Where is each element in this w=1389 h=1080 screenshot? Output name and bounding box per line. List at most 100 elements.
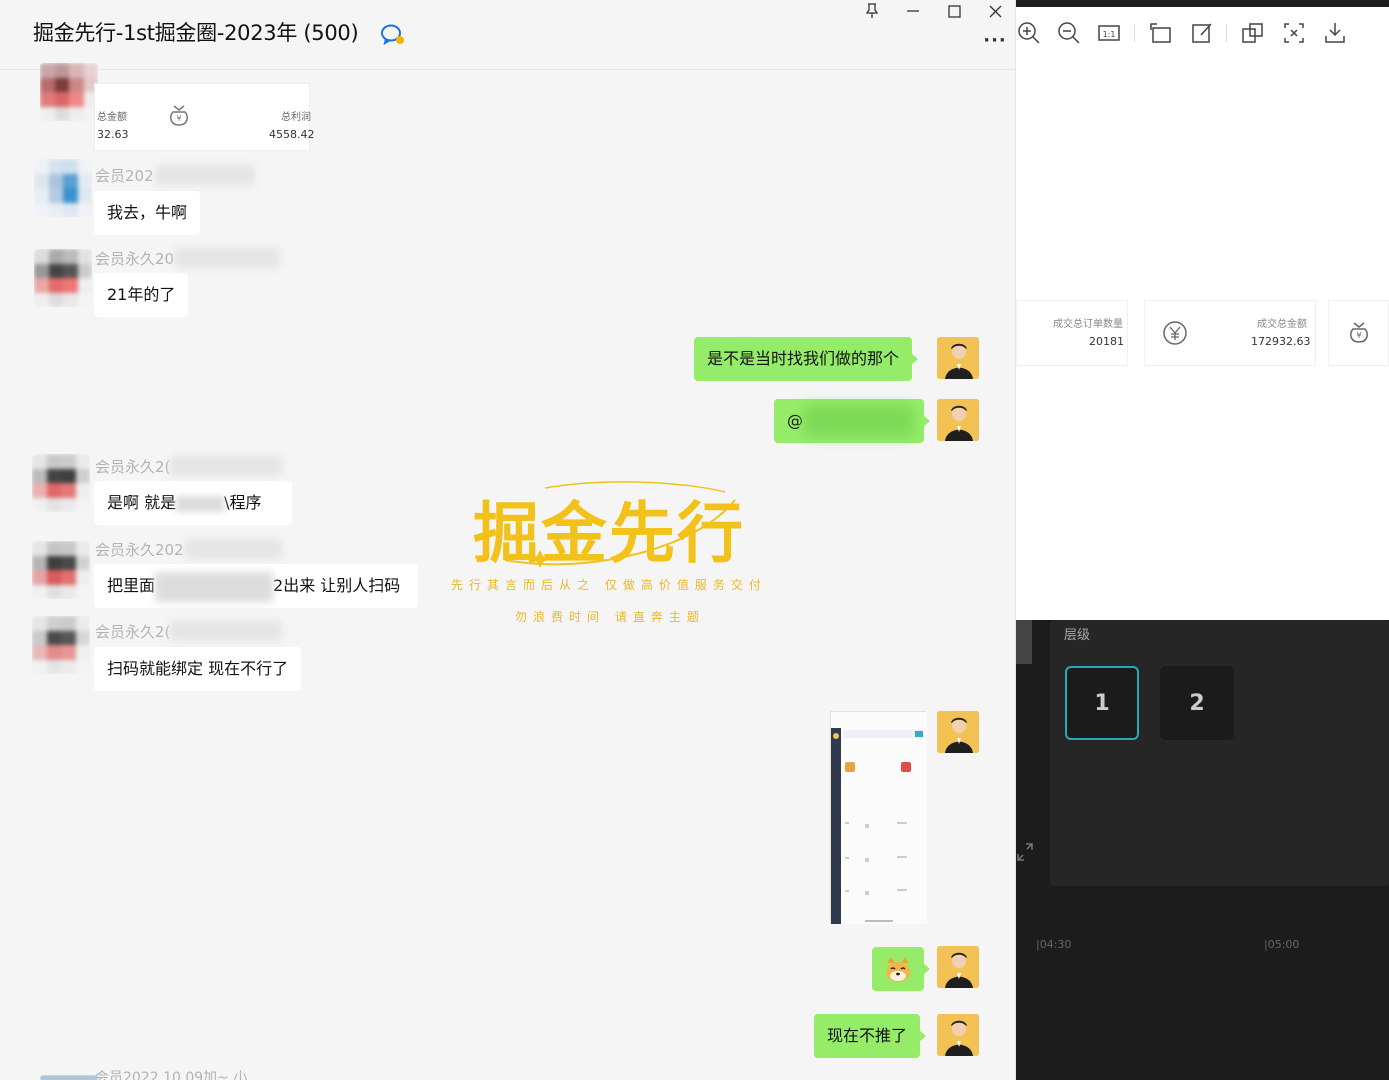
chat-title: 掘金先行-1st掘金圈-2023年 (500): [33, 21, 359, 45]
redacted-text: [155, 571, 274, 602]
avatar-image-icon: [937, 946, 979, 988]
close-icon: [989, 5, 1001, 17]
redacted-text: [176, 495, 225, 512]
watermark-swoosh-icon: [504, 481, 736, 568]
redacted-mention: [804, 405, 914, 437]
toolbar-separator: [1134, 24, 1135, 42]
layer-panel-label: 层级: [1064, 628, 1091, 643]
minimize-icon: [907, 10, 919, 12]
my-message-bubble[interactable]: @: [774, 399, 930, 443]
card-value-right: 4558.42: [269, 128, 315, 141]
redacted-nickname: [155, 165, 255, 185]
pin-button[interactable]: [852, 0, 892, 22]
member-nickname: 会员永久2(: [95, 458, 171, 476]
my-emoji-bubble[interactable]: [872, 947, 930, 991]
avatar-image-icon: [937, 711, 979, 753]
rotate-icon[interactable]: [1148, 20, 1174, 46]
watermark-slogan: 先行其言而后从之 仅做高价值服务交付: [451, 578, 767, 592]
app-screenshot-preview: [831, 712, 927, 924]
message-text-part: 把里面: [107, 576, 156, 595]
zoom-out-icon[interactable]: [1056, 20, 1082, 46]
watermark-title: 掘金先行: [473, 494, 745, 572]
shared-image-card[interactable]: 总金额 32.63 ¥ 总利润 4558.42: [94, 83, 315, 151]
message-text-part: \程序: [224, 493, 262, 512]
card-label-right: 总利润: [281, 112, 311, 123]
pin-icon: [865, 3, 879, 18]
member-nickname: 会员2022.10.09加~ 小: [95, 1070, 248, 1080]
actual-size-icon[interactable]: 1:1: [1096, 20, 1122, 46]
mention-symbol: @: [787, 411, 803, 430]
member-avatar[interactable]: [34, 249, 92, 307]
avatar-image-icon: [937, 399, 979, 441]
card-label-left: 总金额: [97, 112, 127, 123]
member-nickname: 会员永久20: [95, 250, 175, 268]
translate-icon[interactable]: [1240, 20, 1266, 46]
timeline-tick: |04:30: [1036, 938, 1072, 951]
group-chat-icon[interactable]: [380, 21, 406, 47]
my-avatar[interactable]: [937, 337, 979, 379]
stat-label: 成交总订单数量: [1053, 319, 1123, 330]
stat-card: 成交总金额 172932.63: [1144, 300, 1316, 366]
my-avatar[interactable]: [937, 1014, 979, 1056]
message-bubble[interactable]: 把里面 2出来 让别人扫码: [94, 564, 418, 608]
redacted-nickname: [170, 621, 282, 641]
expand-icon[interactable]: [1016, 842, 1034, 862]
money-bag-icon: ¥: [1350, 322, 1368, 343]
download-icon[interactable]: [1322, 20, 1348, 46]
my-avatar[interactable]: [937, 711, 979, 753]
redacted-nickname: [185, 539, 282, 559]
message-list[interactable]: 总金额 32.63 ¥ 总利润 4558.42 会员202 我去，牛啊 会员永久…: [0, 63, 1015, 1080]
yen-coin-icon: [1163, 321, 1187, 345]
member-nickname: 会员永久202: [95, 541, 184, 559]
maximize-button[interactable]: [934, 0, 974, 22]
message-bubble[interactable]: 扫码就能绑定 现在不行了: [94, 647, 302, 691]
my-message-bubble[interactable]: 现在不推了: [814, 1014, 927, 1058]
close-button[interactable]: [975, 0, 1015, 22]
stat-value: 20181: [1089, 335, 1124, 348]
svg-text:¥: ¥: [1356, 331, 1361, 340]
card-value-left: 32.63: [97, 128, 129, 141]
member-avatar[interactable]: [34, 159, 92, 217]
more-options-button[interactable]: ···: [980, 30, 1010, 52]
money-bag-icon: ¥: [170, 105, 188, 126]
chat-window: 掘金先行-1st掘金圈-2023年 (500) ··· 总金额 32.63 ¥ …: [0, 0, 1016, 1080]
my-avatar[interactable]: [937, 399, 979, 441]
layer-1-button[interactable]: 1: [1065, 666, 1139, 740]
message-bubble[interactable]: 是啊 就是 \程序: [94, 481, 292, 525]
maximize-icon: [947, 4, 961, 18]
redacted-nickname: [175, 248, 280, 268]
watermark: 掘金先行 先行其言而后从之 仅做高价值服务交付 勿浪费时间 请直奔主题: [445, 480, 775, 640]
timeline-tick: |05:00: [1264, 938, 1300, 951]
minimize-button[interactable]: [893, 0, 933, 22]
member-avatar[interactable]: [40, 63, 98, 121]
message-text-part: 2出来 让别人扫码: [273, 576, 401, 595]
member-avatar[interactable]: [40, 1075, 98, 1080]
member-avatar[interactable]: [32, 541, 90, 599]
my-message-bubble[interactable]: 是不是当时找我们做的那个: [694, 337, 919, 381]
my-avatar[interactable]: [937, 946, 979, 988]
member-nickname: 会员202: [95, 167, 154, 185]
stat-card: ¥: [1328, 300, 1389, 366]
stat-label: 成交总金额: [1257, 319, 1307, 330]
avatar-image-icon: [937, 337, 979, 379]
watermark-subslogan: 勿浪费时间 请直奔主题: [515, 610, 705, 624]
stat-value: 172932.63: [1251, 335, 1311, 348]
member-avatar[interactable]: [32, 454, 90, 512]
edit-icon[interactable]: [1189, 20, 1215, 46]
layer-2-button[interactable]: 2: [1160, 666, 1234, 740]
svg-text:¥: ¥: [176, 114, 181, 123]
member-nickname: 会员永久2(: [95, 623, 171, 641]
message-bubble[interactable]: 我去，牛啊: [94, 191, 201, 235]
member-avatar[interactable]: [32, 616, 90, 674]
shared-screenshot-image[interactable]: [830, 711, 927, 924]
resize-grip[interactable]: [1016, 620, 1032, 664]
redacted-nickname: [170, 456, 282, 476]
screen: 掘金先行-1st掘金圈-2023年 (500) ··· 总金额 32.63 ¥ …: [0, 0, 1389, 1080]
message-bubble[interactable]: 21年的了: [94, 273, 189, 317]
stat-card: 成交总订单数量 20181: [1016, 300, 1128, 366]
viewer-top-strip: [1016, 0, 1389, 7]
toolbar-separator: [1226, 24, 1227, 42]
extract-text-icon[interactable]: [1281, 20, 1307, 46]
zoom-in-icon[interactable]: [1016, 20, 1042, 46]
doge-emoji-icon: [886, 957, 910, 982]
